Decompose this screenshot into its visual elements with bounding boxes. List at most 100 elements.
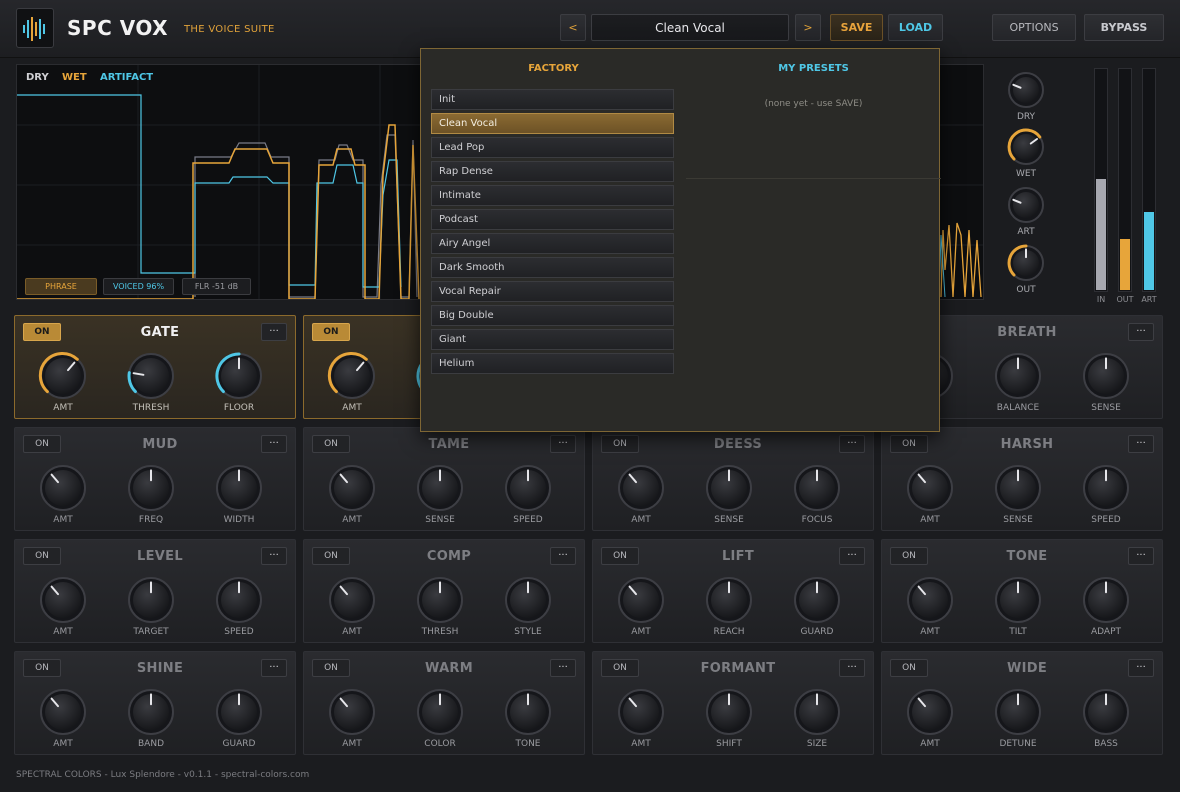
mud-menu-button[interactable]: ···	[261, 435, 287, 453]
warm-menu-button[interactable]: ···	[550, 659, 576, 677]
shine-band-knob[interactable]	[126, 687, 176, 737]
mud-freq-knob[interactable]	[126, 463, 176, 513]
options-button[interactable]: OPTIONS	[992, 14, 1076, 41]
mud-width-knob[interactable]	[214, 463, 264, 513]
comp-amt-label: AMT	[342, 627, 362, 637]
preset-item[interactable]: Dark Smooth	[431, 257, 674, 278]
gate-thresh-knob[interactable]	[126, 351, 176, 401]
comp-menu-button[interactable]: ···	[550, 547, 576, 565]
comp-amt-knob[interactable]	[327, 575, 377, 625]
formant-shift-knob[interactable]	[704, 687, 754, 737]
harsh-speed-knob[interactable]	[1081, 463, 1131, 513]
harsh-menu-button[interactable]: ···	[1128, 435, 1154, 453]
mud-amt-knob[interactable]	[38, 463, 88, 513]
lift-on-toggle[interactable]: ON	[601, 547, 639, 565]
deess-sense-knob[interactable]	[704, 463, 754, 513]
tone-amt-knob[interactable]	[905, 575, 955, 625]
out-mix-knob[interactable]	[1006, 243, 1046, 283]
gate-on-toggle[interactable]: ON	[23, 323, 61, 341]
preset-item[interactable]: Podcast	[431, 209, 674, 230]
tame-amt-knob[interactable]	[327, 463, 377, 513]
deess-on-toggle[interactable]: ON	[601, 435, 639, 453]
slot-2-on-toggle[interactable]: ON	[312, 323, 350, 341]
warm-amt-knob[interactable]	[327, 687, 377, 737]
tone-menu-button[interactable]: ···	[1128, 547, 1154, 565]
warm-color-knob[interactable]	[415, 687, 465, 737]
deess-menu-button[interactable]: ···	[839, 435, 865, 453]
level-target-knob[interactable]	[126, 575, 176, 625]
wide-detune-knob[interactable]	[993, 687, 1043, 737]
comp-style-knob[interactable]	[503, 575, 553, 625]
tame-on-toggle[interactable]: ON	[312, 435, 350, 453]
lift-menu-button[interactable]: ···	[839, 547, 865, 565]
comp-thresh-knob[interactable]	[415, 575, 465, 625]
breath-menu-button[interactable]: ···	[1128, 323, 1154, 341]
preset-item[interactable]: Helium	[431, 353, 674, 374]
preset-item[interactable]: Lead Pop	[431, 137, 674, 158]
bypass-button[interactable]: BYPASS	[1084, 14, 1164, 41]
preset-item[interactable]: Vocal Repair	[431, 281, 674, 302]
lift-amt-knob[interactable]	[616, 575, 666, 625]
wide-on-toggle[interactable]: ON	[890, 659, 928, 677]
lift-reach-knob[interactable]	[704, 575, 754, 625]
preset-item[interactable]: Big Double	[431, 305, 674, 326]
slot-2-amt-knob[interactable]	[327, 351, 377, 401]
comp-on-toggle[interactable]: ON	[312, 547, 350, 565]
warm-tone-knob[interactable]	[503, 687, 553, 737]
wet-mix-knob[interactable]	[1006, 127, 1046, 167]
gate-amt-knob[interactable]	[38, 351, 88, 401]
formant-size-label: SIZE	[806, 739, 828, 749]
previous-preset-button[interactable]: <	[560, 14, 586, 41]
preset-selector[interactable]: Clean Vocal	[591, 14, 789, 41]
phrase-mode-button[interactable]: PHRASE	[25, 278, 97, 295]
mud-on-toggle[interactable]: ON	[23, 435, 61, 453]
wide-bass-label: BASS	[1094, 739, 1118, 749]
next-preset-button[interactable]: >	[795, 14, 821, 41]
tone-adapt-knob[interactable]	[1081, 575, 1131, 625]
level-menu-button[interactable]: ···	[261, 547, 287, 565]
deess-amt-knob[interactable]	[616, 463, 666, 513]
level-target-label: TARGET	[133, 627, 169, 637]
preset-item[interactable]: Init	[431, 89, 674, 110]
level-speed-knob[interactable]	[214, 575, 264, 625]
preset-item[interactable]: Airy Angel	[431, 233, 674, 254]
wide-bass-knob[interactable]	[1081, 687, 1131, 737]
preset-item[interactable]: Intimate	[431, 185, 674, 206]
harsh-sense-knob[interactable]	[993, 463, 1043, 513]
formant-amt-knob[interactable]	[616, 687, 666, 737]
breath-balance-knob[interactable]	[993, 351, 1043, 401]
level-amt-knob[interactable]	[38, 575, 88, 625]
art-mix-knob[interactable]	[1006, 185, 1046, 225]
preset-item[interactable]: Clean Vocal	[431, 113, 674, 134]
warm-on-toggle[interactable]: ON	[312, 659, 350, 677]
shine-amt-knob[interactable]	[38, 687, 88, 737]
level-on-toggle[interactable]: ON	[23, 547, 61, 565]
harsh-amt-knob[interactable]	[905, 463, 955, 513]
tone-tilt-knob[interactable]	[993, 575, 1043, 625]
preset-item[interactable]: Giant	[431, 329, 674, 350]
gate-floor-knob[interactable]	[214, 351, 264, 401]
shine-guard-knob[interactable]	[214, 687, 264, 737]
tame-speed-knob[interactable]	[503, 463, 553, 513]
shine-menu-button[interactable]: ···	[261, 659, 287, 677]
harsh-on-toggle[interactable]: ON	[890, 435, 928, 453]
dry-mix-knob[interactable]	[1006, 70, 1046, 110]
formant-on-toggle[interactable]: ON	[601, 659, 639, 677]
tame-sense-knob[interactable]	[415, 463, 465, 513]
save-button[interactable]: SAVE	[830, 14, 883, 41]
breath-title: BREATH	[997, 325, 1057, 340]
tone-adapt-label: ADAPT	[1090, 627, 1121, 637]
tone-on-toggle[interactable]: ON	[890, 547, 928, 565]
preset-item[interactable]: Rap Dense	[431, 161, 674, 182]
deess-focus-knob[interactable]	[792, 463, 842, 513]
wide-menu-button[interactable]: ···	[1128, 659, 1154, 677]
formant-menu-button[interactable]: ···	[839, 659, 865, 677]
formant-size-knob[interactable]	[792, 687, 842, 737]
lift-guard-knob[interactable]	[792, 575, 842, 625]
load-button[interactable]: LOAD	[888, 14, 943, 41]
breath-sense-knob[interactable]	[1081, 351, 1131, 401]
shine-on-toggle[interactable]: ON	[23, 659, 61, 677]
wide-amt-knob[interactable]	[905, 687, 955, 737]
tame-menu-button[interactable]: ···	[550, 435, 576, 453]
gate-menu-button[interactable]: ···	[261, 323, 287, 341]
